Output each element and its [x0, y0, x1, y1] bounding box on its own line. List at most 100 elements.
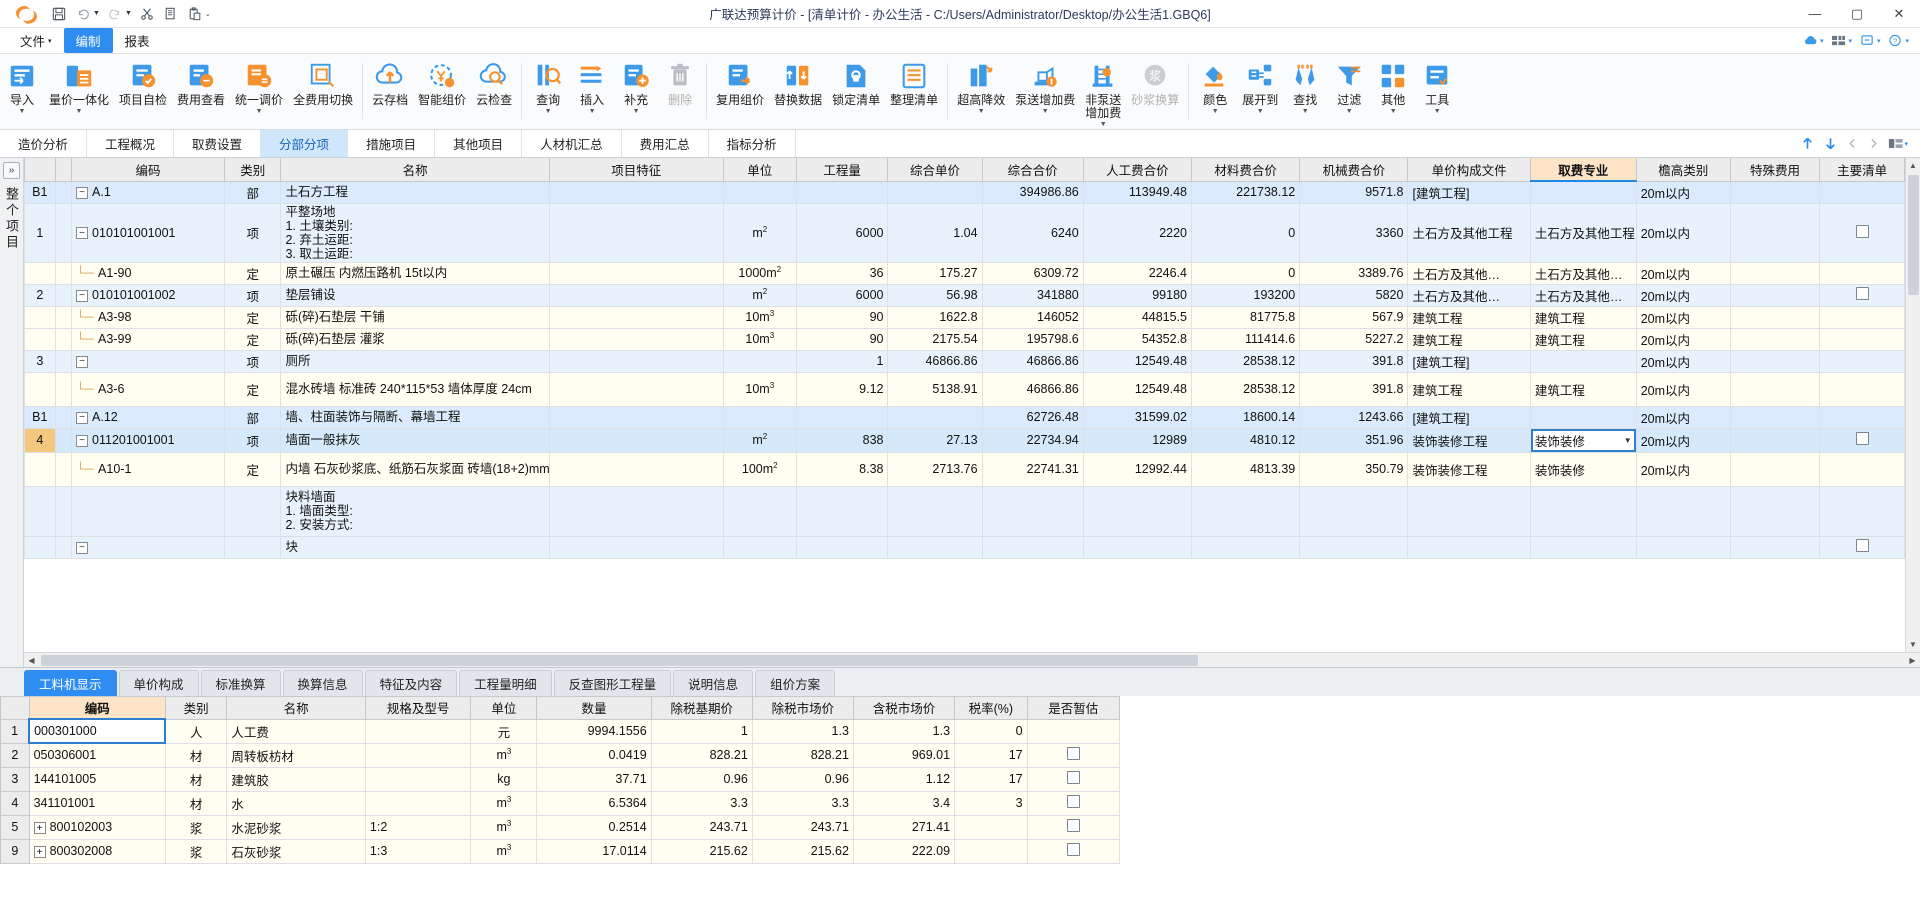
cell-price-file[interactable]: 建筑工程 [1407, 371, 1531, 407]
redo-dropdown-icon[interactable]: ▼ [125, 10, 132, 17]
detail-cell-provisional[interactable] [1026, 718, 1121, 744]
tree-expand-icon[interactable]: + [33, 822, 46, 835]
detail-row-number[interactable]: 4 [0, 790, 30, 816]
module-tab-1[interactable]: 工程概况 [87, 130, 175, 157]
detail-tab-2[interactable]: 标准换算 [200, 670, 281, 696]
row-number[interactable]: B1 [24, 180, 56, 204]
cell-unit[interactable] [722, 180, 797, 204]
ribbon-button-expand-to[interactable]: 展开到 ▼ [1237, 57, 1283, 117]
row-number[interactable]: 3 [24, 349, 56, 373]
cell-unit-price[interactable] [887, 180, 983, 204]
cell-main-item[interactable] [1819, 451, 1905, 487]
cell-code[interactable]: − A.12 [71, 405, 225, 429]
detail-cell-code[interactable]: 341101001 [28, 790, 166, 816]
cell-unit-price[interactable]: 2175.54 [887, 327, 983, 351]
cell-special-fee[interactable] [1729, 349, 1821, 373]
cell-eave-category[interactable] [1635, 485, 1731, 537]
ribbon-button-query[interactable]: 查询 ▼ [526, 57, 570, 117]
cell-material-cost[interactable] [1190, 485, 1301, 537]
column-header-3[interactable]: 项目特征 [548, 158, 724, 182]
hscroll-track[interactable] [39, 654, 1905, 666]
cell-quantity[interactable]: 6000 [795, 202, 889, 263]
detail-cell-category[interactable]: 人 [164, 718, 228, 744]
cell-quantity[interactable]: 36 [795, 261, 889, 285]
detail-cell-unit[interactable]: kg [470, 766, 538, 792]
cell-machine-cost[interactable]: 350.79 [1299, 451, 1409, 487]
cell-main-item[interactable] [1819, 283, 1905, 307]
cell-material-cost[interactable]: 0 [1190, 202, 1301, 263]
cell-unit-price[interactable] [887, 485, 983, 537]
detail-cell-provisional[interactable] [1026, 838, 1121, 864]
cell-unit[interactable]: m2 [722, 427, 797, 453]
column-header-11[interactable]: 单价构成文件 [1407, 158, 1531, 182]
detail-cell-unit[interactable]: m3 [470, 838, 538, 864]
column-header-9[interactable]: 材料费合价 [1190, 158, 1301, 182]
cell-main-item[interactable] [1819, 261, 1905, 285]
cell-code[interactable]: − [71, 535, 225, 559]
ribbon-button-full-fee-switch[interactable]: 全费用切换 [288, 57, 358, 109]
chevron-down-icon[interactable]: ▼ [1434, 108, 1441, 115]
menu-item-compile[interactable]: 编制 [63, 28, 113, 53]
column-header-13[interactable]: 檐高类别 [1635, 158, 1731, 182]
cell-name[interactable]: 土石方工程 [280, 180, 550, 204]
detail-cell-market-price[interactable]: 243.71 [751, 814, 854, 840]
cell-material-cost[interactable]: 18600.14 [1190, 405, 1301, 429]
ribbon-button-color[interactable]: 颜色 ▼ [1193, 57, 1237, 117]
cut-icon[interactable] [136, 4, 158, 24]
cell-name[interactable]: 墙、柱面装饰与隔断、幕墙工程 [280, 405, 550, 429]
cell-main-item[interactable] [1819, 535, 1905, 559]
cell-code[interactable]: − [71, 349, 225, 373]
table-row[interactable]: └─ A10-1 定内墙 石灰砂浆底、纸筋石灰浆面 砖墙(18+2)mm 100m2 8… [24, 451, 1905, 487]
cell-profession[interactable] [1529, 485, 1637, 537]
cell-machine-cost[interactable]: 567.9 [1299, 305, 1409, 329]
cell-labor-cost[interactable] [1082, 535, 1193, 559]
cell-machine-cost[interactable] [1299, 535, 1409, 559]
cell-unit[interactable]: 1000m2 [722, 261, 797, 285]
cell-feature[interactable] [548, 327, 724, 351]
cell-category[interactable]: 项 [223, 349, 282, 373]
row-number[interactable] [24, 371, 56, 407]
cell-labor-cost[interactable] [1082, 485, 1193, 537]
ribbon-button-tools[interactable]: 工具 ▼ [1415, 57, 1459, 117]
cell-labor-cost[interactable]: 99180 [1082, 283, 1193, 307]
cell-machine-cost[interactable]: 391.8 [1299, 349, 1409, 373]
row-number[interactable] [24, 261, 56, 285]
detail-cell-quantity[interactable]: 9994.1556 [536, 718, 652, 744]
detail-cell-spec[interactable] [364, 766, 472, 792]
cell-eave-category[interactable]: 20m以内 [1635, 427, 1731, 453]
vscroll-track[interactable] [1907, 173, 1919, 637]
detail-cell-provisional[interactable] [1026, 742, 1121, 768]
cell-price-file[interactable]: 装饰装修工程 [1407, 451, 1531, 487]
cell-name[interactable]: 厕所 [280, 349, 550, 373]
main-item-checkbox[interactable] [1855, 539, 1869, 552]
cell-unit-price[interactable]: 27.13 [887, 427, 983, 453]
detail-column-header-6[interactable]: 除税基期价 [650, 696, 753, 720]
tab-options-icon[interactable]: ▾ [1888, 137, 1908, 150]
column-header-5[interactable]: 工程量 [795, 158, 889, 182]
detail-cell-tax-rate[interactable]: 3 [954, 790, 1028, 816]
column-header-12[interactable]: 取费专业 [1529, 158, 1637, 182]
scroll-left-icon[interactable]: ◀ [24, 656, 39, 665]
cell-main-item[interactable] [1819, 327, 1905, 351]
cell-quantity[interactable]: 8.38 [795, 451, 889, 487]
detail-column-header-4[interactable]: 单位 [470, 696, 538, 720]
detail-cell-quantity[interactable]: 0.2514 [536, 814, 652, 840]
detail-cell-tax-price[interactable]: 222.09 [852, 838, 956, 864]
detail-tab-0[interactable]: 工料机显示 [24, 670, 117, 696]
cell-eave-category[interactable]: 20m以内 [1635, 202, 1731, 263]
detail-row-number[interactable]: 5 [0, 814, 30, 840]
table-row[interactable]: └─ A3-6 定混水砖墙 标准砖 240*115*53 墙体厚度 24cm 10m3… [24, 371, 1905, 407]
tree-collapse-icon[interactable]: − [76, 186, 89, 199]
cell-unit[interactable]: 10m3 [722, 305, 797, 329]
cell-profession[interactable]: 建筑工程 [1529, 327, 1637, 351]
detail-cell-base-price[interactable]: 828.21 [650, 742, 753, 768]
detail-column-header-0[interactable]: 编码 [28, 696, 166, 720]
provisional-checkbox[interactable] [1066, 843, 1080, 856]
cell-total-price[interactable]: 6309.72 [981, 261, 1084, 285]
scroll-right-icon[interactable]: ▶ [1905, 656, 1920, 665]
cell-code[interactable] [71, 485, 225, 537]
detail-cell-provisional[interactable] [1026, 766, 1121, 792]
cell-eave-category[interactable]: 20m以内 [1635, 283, 1731, 307]
cell-unit-price[interactable]: 46866.86 [887, 349, 983, 373]
tree-expand-icon[interactable]: + [33, 846, 46, 859]
